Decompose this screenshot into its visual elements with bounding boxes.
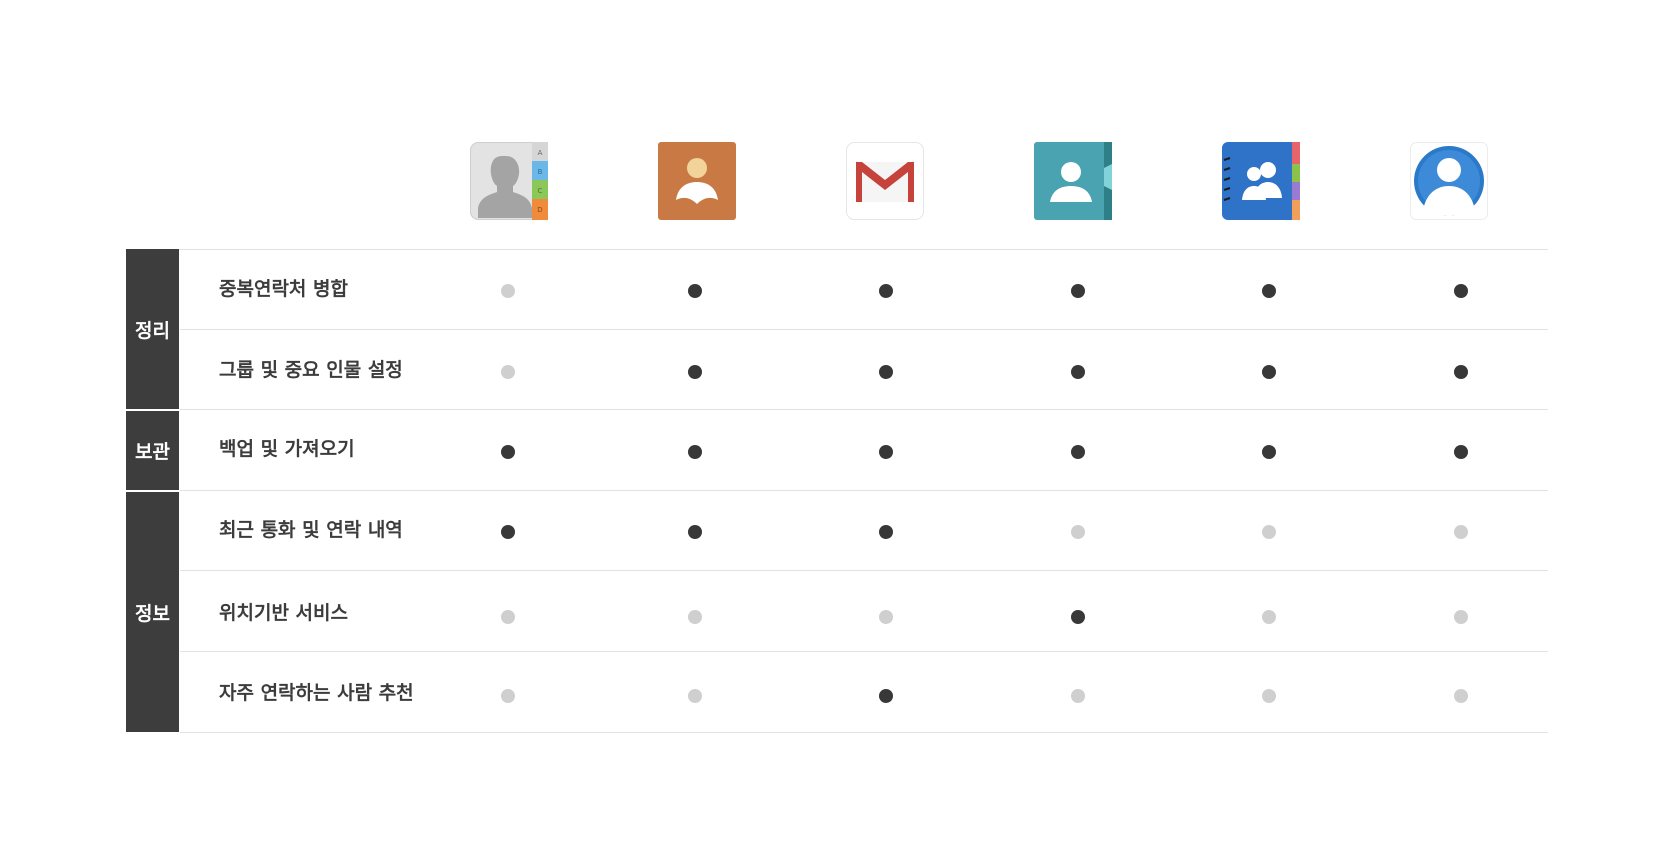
supported-dot bbox=[501, 525, 515, 539]
unsupported-dot bbox=[1262, 525, 1276, 539]
row-divider bbox=[180, 651, 1548, 652]
supported-dot bbox=[688, 365, 702, 379]
supported-dot bbox=[879, 365, 893, 379]
feature-label: 백업 및 가져오기 bbox=[219, 438, 355, 460]
supported-dot bbox=[501, 445, 515, 459]
supported-dot bbox=[879, 284, 893, 298]
supported-dot bbox=[688, 525, 702, 539]
table-bottom-border bbox=[180, 732, 1548, 733]
unsupported-dot bbox=[688, 610, 702, 624]
category-label: 보관 bbox=[135, 441, 170, 463]
comparison-table: 정리 보관 정보 중복연락처 병합 그룹 및 중요 인물 설정 백업 및 가져오… bbox=[0, 0, 1675, 845]
supported-dot bbox=[1071, 365, 1085, 379]
category-cell-info: 정보 bbox=[126, 492, 179, 732]
row-divider bbox=[180, 570, 1548, 571]
feature-label: 위치기반 서비스 bbox=[219, 602, 348, 624]
category-cell-storage: 보관 bbox=[126, 411, 179, 490]
unsupported-dot bbox=[1262, 689, 1276, 703]
category-label: 정리 bbox=[135, 319, 170, 342]
unsupported-dot bbox=[1454, 689, 1468, 703]
feature-label: 최근 통화 및 연락 내역 bbox=[219, 519, 403, 541]
supported-dot bbox=[1454, 284, 1468, 298]
supported-dot bbox=[1454, 365, 1468, 379]
row-divider bbox=[180, 329, 1548, 330]
supported-dot bbox=[1262, 284, 1276, 298]
supported-dot bbox=[1071, 284, 1085, 298]
category-cell-organize: 정리 bbox=[126, 249, 179, 409]
supported-dot bbox=[1262, 445, 1276, 459]
supported-dot bbox=[688, 445, 702, 459]
supported-dot bbox=[688, 284, 702, 298]
table-top-border bbox=[126, 249, 1548, 250]
unsupported-dot bbox=[501, 365, 515, 379]
supported-dot bbox=[879, 525, 893, 539]
unsupported-dot bbox=[1262, 610, 1276, 624]
unsupported-dot bbox=[879, 610, 893, 624]
supported-dot bbox=[1262, 365, 1276, 379]
feature-label: 자주 연락하는 사람 추천 bbox=[219, 682, 414, 704]
row-divider bbox=[180, 490, 1548, 491]
unsupported-dot bbox=[1071, 525, 1085, 539]
unsupported-dot bbox=[501, 610, 515, 624]
unsupported-dot bbox=[1454, 610, 1468, 624]
supported-dot bbox=[879, 445, 893, 459]
row-divider bbox=[180, 409, 1548, 410]
category-label: 정보 bbox=[135, 602, 170, 625]
unsupported-dot bbox=[1454, 525, 1468, 539]
feature-label: 그룹 및 중요 인물 설정 bbox=[219, 359, 403, 381]
supported-dot bbox=[879, 689, 893, 703]
unsupported-dot bbox=[501, 689, 515, 703]
supported-dot bbox=[1454, 445, 1468, 459]
feature-label: 중복연락처 병합 bbox=[219, 278, 348, 300]
supported-dot bbox=[1071, 445, 1085, 459]
supported-dot bbox=[1071, 610, 1085, 624]
unsupported-dot bbox=[501, 284, 515, 298]
unsupported-dot bbox=[688, 689, 702, 703]
unsupported-dot bbox=[1071, 689, 1085, 703]
